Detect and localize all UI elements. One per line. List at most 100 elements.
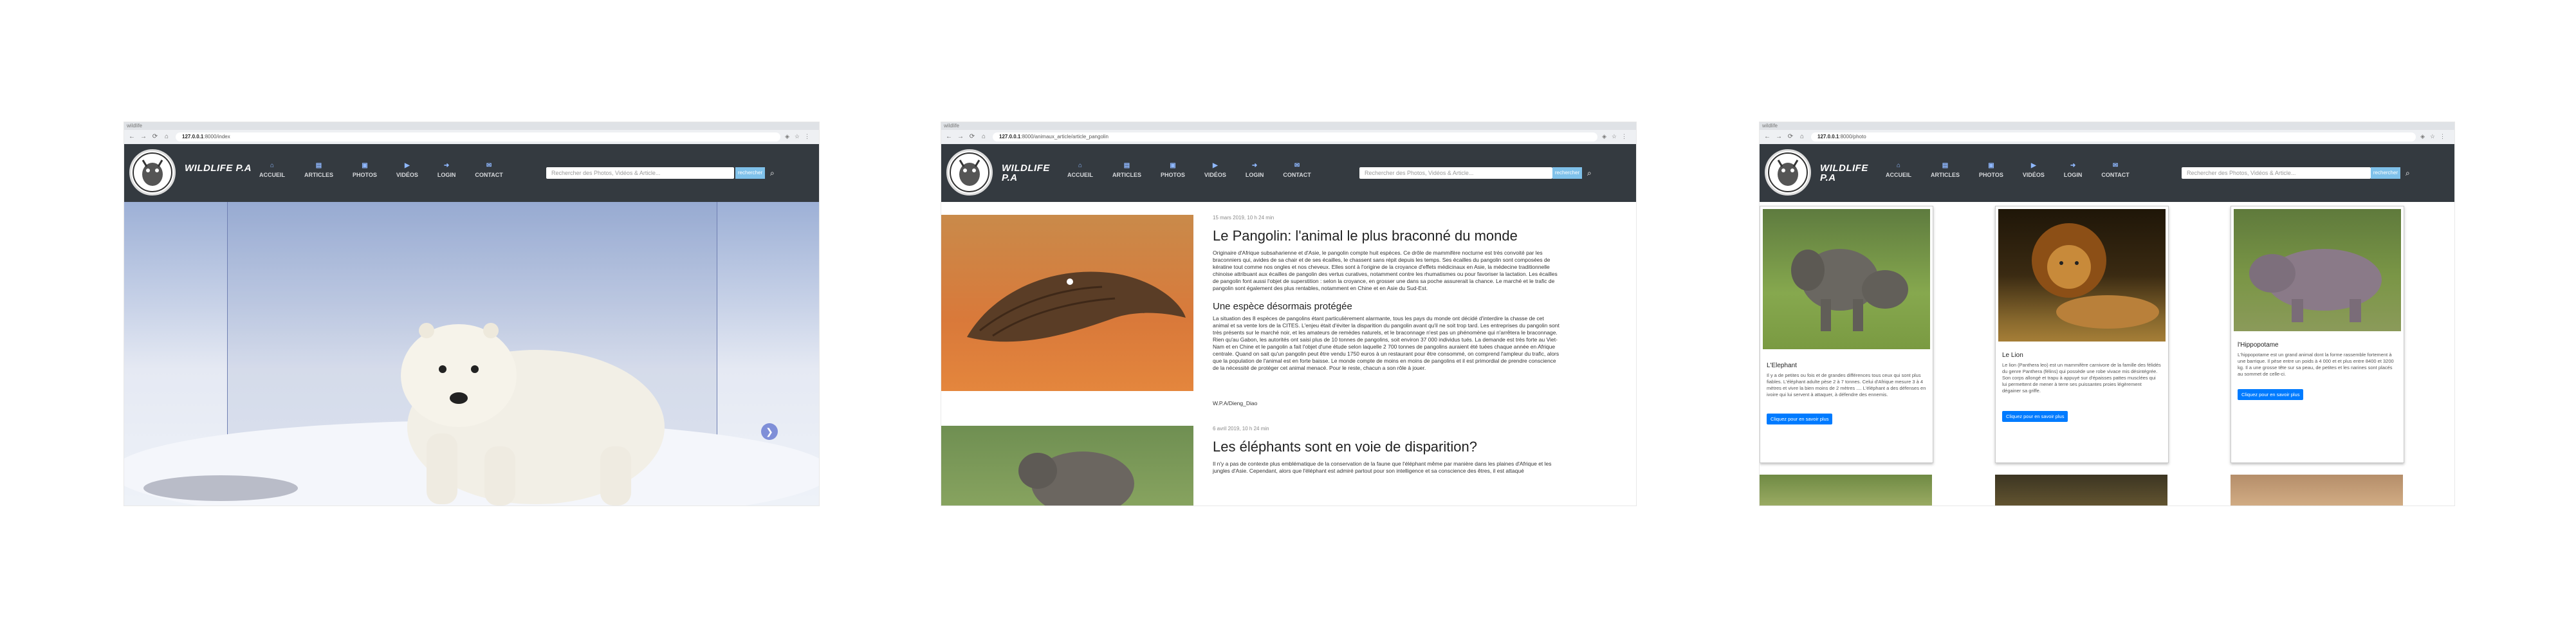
menu-articles[interactable]: ▤ ARTICLES xyxy=(304,162,333,178)
menu-accueil[interactable]: ⌂ ACCUEIL xyxy=(1886,162,1911,178)
photo-thumb[interactable] xyxy=(1995,475,2167,506)
browser-tab[interactable]: wildlife xyxy=(944,123,959,129)
reload-icon[interactable]: ⟳ xyxy=(151,133,159,140)
back-icon[interactable]: ← xyxy=(128,133,136,140)
menu-label: ACCUEIL xyxy=(1886,172,1911,178)
card-title: L'Elephant xyxy=(1767,362,1797,369)
menu-videos[interactable]: ▶ VIDÉOS xyxy=(396,162,418,178)
article-title[interactable]: Les éléphants sont en voie de disparitio… xyxy=(1213,439,1477,455)
menu-login[interactable]: ➜ LOGIN xyxy=(437,162,456,178)
reload-icon[interactable]: ⟳ xyxy=(968,133,976,140)
menu-icon[interactable]: ⋮ xyxy=(2440,133,2445,140)
search-input[interactable]: Rechercher des Photos, Vidéos & Article.… xyxy=(1359,167,1552,179)
menu-photos[interactable]: ▣ PHOTOS xyxy=(1979,162,2003,178)
tab-strip: wildlife xyxy=(1760,122,2454,130)
menu-articles[interactable]: ▤ ARTICLES xyxy=(1931,162,1960,178)
menu-accueil[interactable]: ⌂ ACCUEIL xyxy=(259,162,285,178)
menu-articles[interactable]: ▤ ARTICLES xyxy=(1112,162,1141,178)
lion-photo[interactable] xyxy=(1998,209,2166,342)
url-path: :8000/photo xyxy=(1839,134,1866,140)
contact-icon: ✉ xyxy=(486,162,492,169)
url-host: 127.0.0.1 xyxy=(999,134,1021,140)
article-title[interactable]: Le Pangolin: l'animal le plus braconné d… xyxy=(1213,228,1518,244)
photo-thumb[interactable] xyxy=(2231,475,2403,506)
search-button[interactable]: rechercher xyxy=(735,167,765,179)
menu-label: PHOTOS xyxy=(353,172,377,178)
card-title: l'Hippopotame xyxy=(2238,342,2279,349)
menu-contact[interactable]: ✉ CONTACT xyxy=(2101,162,2129,178)
article-paragraph: Originaire d'Afrique subsaharienne et d'… xyxy=(1213,250,1558,291)
menu-contact[interactable]: ✉ CONTACT xyxy=(1283,162,1311,178)
reload-icon[interactable]: ⟳ xyxy=(1787,133,1794,140)
menu-icon[interactable]: ⋮ xyxy=(804,133,810,140)
extension-icon[interactable]: ◈ xyxy=(785,133,789,140)
videos-icon: ▶ xyxy=(405,162,410,169)
forward-icon[interactable]: → xyxy=(140,133,147,140)
search-input[interactable]: Rechercher des Photos, Vidéos & Article.… xyxy=(2182,167,2371,179)
site-logo[interactable] xyxy=(946,149,993,196)
site-logo[interactable] xyxy=(1765,149,1811,196)
article-date: 15 mars 2019, 10 h 24 min xyxy=(1213,215,1274,221)
search-input[interactable]: Rechercher des Photos, Vidéos & Article.… xyxy=(546,167,734,179)
search-button[interactable]: rechercher xyxy=(1552,167,1582,179)
search-icon[interactable]: ⌕ xyxy=(770,169,775,178)
bookmark-icon[interactable]: ☆ xyxy=(1612,133,1617,140)
search-button[interactable]: rechercher xyxy=(2371,167,2400,179)
site-navbar: WILDLIFE P.A ⌂ ACCUEIL ▤ ARTICLES ▣ PHOTOS … xyxy=(124,144,819,202)
learn-more-button[interactable]: Cliquez pour en savoir plus xyxy=(1767,414,1833,424)
menu-icon[interactable]: ⋮ xyxy=(1621,133,1627,140)
address-bar[interactable]: 127.0.0.1:8000/animaux_article/article_p… xyxy=(993,132,1597,141)
photo-card-elephant: L'Elephant Il y a de petites ou fois et … xyxy=(1760,206,1933,463)
url-host: 127.0.0.1 xyxy=(182,134,204,140)
address-bar[interactable]: 127.0.0.1:8000/index xyxy=(176,132,780,141)
photo-thumb[interactable] xyxy=(1760,475,1932,506)
menu-label: VIDÉOS xyxy=(396,172,418,178)
home-button-icon[interactable]: ⌂ xyxy=(163,133,170,140)
menu-photos[interactable]: ▣ PHOTOS xyxy=(353,162,377,178)
elephant-photo[interactable] xyxy=(1763,209,1930,349)
login-icon: ➜ xyxy=(2070,162,2076,169)
back-icon[interactable]: ← xyxy=(945,133,953,140)
hippo-photo[interactable] xyxy=(2234,209,2401,331)
address-bar[interactable]: 127.0.0.1:8000/photo xyxy=(1811,132,2416,141)
bookmark-icon[interactable]: ☆ xyxy=(2430,133,2435,140)
menu-login[interactable]: ➜ LOGIN xyxy=(1246,162,1264,178)
articles-icon: ▤ xyxy=(1123,162,1130,169)
photo-card-hippo: l'Hippopotame L'hippopotame est un grand… xyxy=(2231,206,2404,463)
menu-photos[interactable]: ▣ PHOTOS xyxy=(1161,162,1185,178)
url-path: :8000/index xyxy=(203,134,230,140)
home-icon: ⌂ xyxy=(270,162,275,169)
brand-title[interactable]: WILDLIFE P.A xyxy=(185,163,252,173)
menu-label: LOGIN xyxy=(437,172,456,178)
site-logo[interactable] xyxy=(129,149,176,196)
menu-label: PHOTOS xyxy=(1979,172,2003,178)
back-icon[interactable]: ← xyxy=(1763,133,1771,140)
search-icon[interactable]: ⌕ xyxy=(2406,169,2410,178)
menu-login[interactable]: ➜ LOGIN xyxy=(2064,162,2083,178)
home-button-icon[interactable]: ⌂ xyxy=(1798,133,1806,140)
home-button-icon[interactable]: ⌂ xyxy=(980,133,988,140)
brand-title[interactable]: WILDLIFE P.A xyxy=(1820,163,1872,183)
learn-more-button[interactable]: Cliquez pour en savoir plus xyxy=(2238,389,2304,400)
carousel-next-icon[interactable]: ❯ xyxy=(761,423,778,440)
menu-label: PHOTOS xyxy=(1161,172,1185,178)
tab-strip: wildlife xyxy=(124,122,819,130)
menu-accueil[interactable]: ⌂ ACCUEIL xyxy=(1067,162,1093,178)
browser-tab[interactable]: wildlife xyxy=(127,123,142,129)
url-path: :8000/animaux_article/article_pangolin xyxy=(1020,134,1109,140)
brand-title[interactable]: WILDLIFE P.A xyxy=(1002,163,1053,183)
menu-label: ARTICLES xyxy=(304,172,333,178)
search-icon[interactable]: ⌕ xyxy=(1587,169,1592,178)
elephant-image xyxy=(941,426,1193,506)
extension-icon[interactable]: ◈ xyxy=(2420,133,2425,140)
bookmark-icon[interactable]: ☆ xyxy=(795,133,800,140)
menu-videos[interactable]: ▶ VIDÉOS xyxy=(1204,162,1226,178)
forward-icon[interactable]: → xyxy=(957,133,964,140)
screenshot-article: wildlife ← → ⟳ ⌂ 127.0.0.1:8000/animaux_… xyxy=(941,122,1636,506)
extension-icon[interactable]: ◈ xyxy=(1602,133,1606,140)
forward-icon[interactable]: → xyxy=(1775,133,1783,140)
browser-tab[interactable]: wildlife xyxy=(1762,123,1778,129)
menu-contact[interactable]: ✉ CONTACT xyxy=(475,162,502,178)
learn-more-button[interactable]: Cliquez pour en savoir plus xyxy=(2002,411,2068,422)
menu-videos[interactable]: ▶ VIDÉOS xyxy=(2023,162,2045,178)
